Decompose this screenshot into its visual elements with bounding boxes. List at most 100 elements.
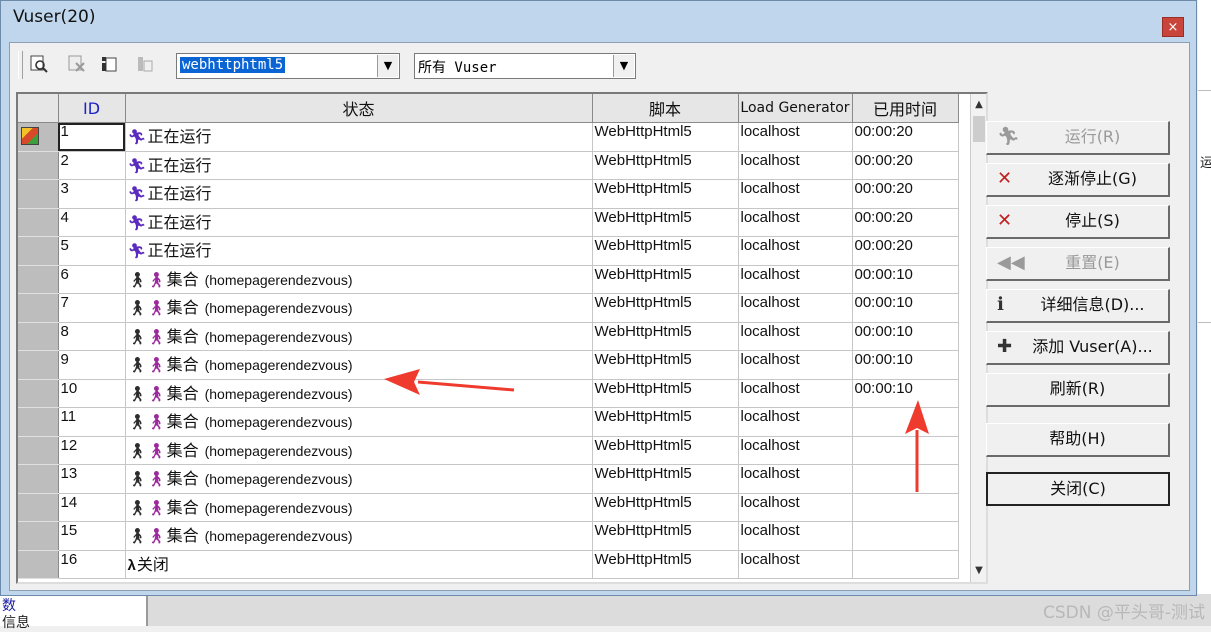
refresh-button[interactable]: 刷新(R) xyxy=(986,373,1170,407)
cell-load-generator[interactable]: localhost xyxy=(738,151,853,180)
cell-status[interactable]: 🏃︎正在运行 xyxy=(125,151,593,180)
cell-script[interactable]: WebHttpHtml5 xyxy=(592,350,739,380)
cell-status[interactable]: 🚶︎🚶︎集合 (homepagerendezvous) xyxy=(125,521,593,551)
row-selector[interactable] xyxy=(18,322,59,351)
toolbar-grip[interactable] xyxy=(18,51,23,79)
col-header-status[interactable]: 状态 xyxy=(125,94,593,123)
cell-status[interactable]: 🏃︎正在运行 xyxy=(125,236,593,266)
col-header-script[interactable]: 脚本 xyxy=(592,94,739,123)
cell-script[interactable]: WebHttpHtml5 xyxy=(592,208,739,237)
row-selector[interactable] xyxy=(18,151,59,180)
table-row[interactable]: 3 🏃︎正在运行 WebHttpHtml5 localhost 00:00:20 xyxy=(18,179,959,209)
table-row[interactable]: 9 🚶︎🚶︎集合 (homepagerendezvous) WebHttpHtml5 l… xyxy=(18,350,959,380)
table-row[interactable]: 7 🚶︎🚶︎集合 (homepagerendezvous) WebHttpHtml5 l… xyxy=(18,293,959,323)
cell-script[interactable]: WebHttpHtml5 xyxy=(592,464,739,494)
cell-script[interactable]: WebHttpHtml5 xyxy=(592,322,739,351)
chevron-down-icon[interactable]: ▼ xyxy=(377,55,398,77)
stop-button[interactable]: ✕ 停止(S) xyxy=(986,205,1170,239)
row-selector[interactable] xyxy=(18,493,59,522)
filter-combo[interactable]: 所有 Vuser ▼ xyxy=(414,53,636,79)
cell-load-generator[interactable]: localhost xyxy=(738,236,853,266)
chevron-down-icon[interactable]: ▼ xyxy=(613,55,634,77)
cell-load-generator[interactable]: localhost xyxy=(738,464,853,494)
row-selector[interactable] xyxy=(18,179,59,209)
cell-elapsed[interactable]: 00:00:10 xyxy=(852,265,959,294)
info-icon[interactable] xyxy=(98,54,120,76)
cell-status[interactable]: 🚶︎🚶︎集合 (homepagerendezvous) xyxy=(125,379,593,408)
row-selector[interactable] xyxy=(18,407,59,437)
cell-script[interactable]: WebHttpHtml5 xyxy=(592,379,739,408)
col-header-id[interactable]: ID xyxy=(58,94,126,123)
cell-load-generator[interactable]: localhost xyxy=(738,436,853,465)
cell-status[interactable]: 🏃︎正在运行 xyxy=(125,122,593,152)
cell-elapsed[interactable]: 00:00:10 xyxy=(852,350,959,380)
cell-elapsed[interactable] xyxy=(852,521,959,551)
cell-load-generator[interactable]: localhost xyxy=(738,122,853,152)
reset-button[interactable]: ◀◀ 重置(E) xyxy=(986,247,1170,281)
cell-status[interactable]: 🚶︎🚶︎集合 (homepagerendezvous) xyxy=(125,322,593,351)
cell-script[interactable]: WebHttpHtml5 xyxy=(592,151,739,180)
table-row[interactable]: 16 λ关闭 WebHttpHtml5 localhost xyxy=(18,550,959,579)
cell-id[interactable]: 8 xyxy=(58,322,126,351)
cell-load-generator[interactable]: localhost xyxy=(738,179,853,209)
window-close-button[interactable]: × xyxy=(1162,17,1184,37)
cell-script[interactable]: WebHttpHtml5 xyxy=(592,265,739,294)
cell-script[interactable]: WebHttpHtml5 xyxy=(592,236,739,266)
cell-elapsed[interactable] xyxy=(852,550,959,579)
scroll-down-icon[interactable]: ▼ xyxy=(971,562,986,580)
cell-status[interactable]: λ关闭 xyxy=(125,550,593,579)
table-row[interactable]: 11 🚶︎🚶︎集合 (homepagerendezvous) WebHttpHtml5… xyxy=(18,407,959,437)
cell-load-generator[interactable]: localhost xyxy=(738,493,853,522)
cell-script[interactable]: WebHttpHtml5 xyxy=(592,521,739,551)
close-button[interactable]: 关闭(C) xyxy=(986,472,1170,506)
cell-elapsed[interactable]: 00:00:20 xyxy=(852,122,959,152)
row-selector[interactable] xyxy=(18,208,59,237)
cell-status[interactable]: 🚶︎🚶︎集合 (homepagerendezvous) xyxy=(125,350,593,380)
cell-id[interactable]: 15 xyxy=(58,521,126,551)
row-selector[interactable] xyxy=(18,436,59,465)
cell-id[interactable]: 14 xyxy=(58,493,126,522)
cell-elapsed[interactable] xyxy=(852,493,959,522)
table-row[interactable]: 12 🚶︎🚶︎集合 (homepagerendezvous) WebHttpHtml5… xyxy=(18,436,959,465)
cell-id[interactable]: 5 xyxy=(58,236,126,266)
table-row[interactable]: 1 🏃︎正在运行 WebHttpHtml5 localhost 00:00:20 xyxy=(18,122,959,152)
scroll-up-icon[interactable]: ▲ xyxy=(971,96,986,114)
cell-load-generator[interactable]: localhost xyxy=(738,265,853,294)
cell-elapsed[interactable]: 00:00:20 xyxy=(852,208,959,237)
cell-id[interactable]: 6 xyxy=(58,265,126,294)
cell-status[interactable]: 🚶︎🚶︎集合 (homepagerendezvous) xyxy=(125,265,593,294)
cell-id[interactable]: 13 xyxy=(58,464,126,494)
cell-status[interactable]: 🏃︎正在运行 xyxy=(125,179,593,209)
table-row[interactable]: 5 🏃︎正在运行 WebHttpHtml5 localhost 00:00:20 xyxy=(18,236,959,266)
table-row[interactable]: 15 🚶︎🚶︎集合 (homepagerendezvous) WebHttpHtml5… xyxy=(18,521,959,551)
cell-load-generator[interactable]: localhost xyxy=(738,322,853,351)
gradual-stop-button[interactable]: ✕ 逐渐停止(G) xyxy=(986,163,1170,197)
cell-id[interactable]: 7 xyxy=(58,293,126,323)
scroll-thumb[interactable] xyxy=(973,116,985,142)
row-selector[interactable] xyxy=(18,464,59,494)
cell-load-generator[interactable]: localhost xyxy=(738,208,853,237)
cell-script[interactable]: WebHttpHtml5 xyxy=(592,179,739,209)
group-combo[interactable]: webhttphtml5 ▼ xyxy=(176,53,400,79)
table-row[interactable]: 14 🚶︎🚶︎集合 (homepagerendezvous) WebHttpHtml5… xyxy=(18,493,959,522)
cell-id[interactable]: 16 xyxy=(58,550,126,579)
cell-elapsed[interactable] xyxy=(852,407,959,437)
cell-load-generator[interactable]: localhost xyxy=(738,550,853,579)
run-button[interactable]: 🏃︎ 运行(R) xyxy=(986,121,1170,155)
cell-id[interactable]: 1 xyxy=(58,122,126,152)
cell-elapsed[interactable] xyxy=(852,464,959,494)
cell-script[interactable]: WebHttpHtml5 xyxy=(592,493,739,522)
cell-load-generator[interactable]: localhost xyxy=(738,293,853,323)
table-row[interactable]: 13 🚶︎🚶︎集合 (homepagerendezvous) WebHttpHtml5… xyxy=(18,464,959,494)
cell-status[interactable]: 🚶︎🚶︎集合 (homepagerendezvous) xyxy=(125,464,593,494)
cell-id[interactable]: 9 xyxy=(58,350,126,380)
cell-load-generator[interactable]: localhost xyxy=(738,407,853,437)
row-selector[interactable] xyxy=(18,379,59,408)
cell-script[interactable]: WebHttpHtml5 xyxy=(592,293,739,323)
cell-id[interactable]: 3 xyxy=(58,179,126,209)
cell-id[interactable]: 12 xyxy=(58,436,126,465)
col-header-elapsed[interactable]: 已用时间 xyxy=(852,94,959,123)
table-row[interactable]: 8 🚶︎🚶︎集合 (homepagerendezvous) WebHttpHtml5 l… xyxy=(18,322,959,351)
row-selector[interactable] xyxy=(18,265,59,294)
title-bar[interactable]: Vuser(20) × xyxy=(1,1,1196,37)
